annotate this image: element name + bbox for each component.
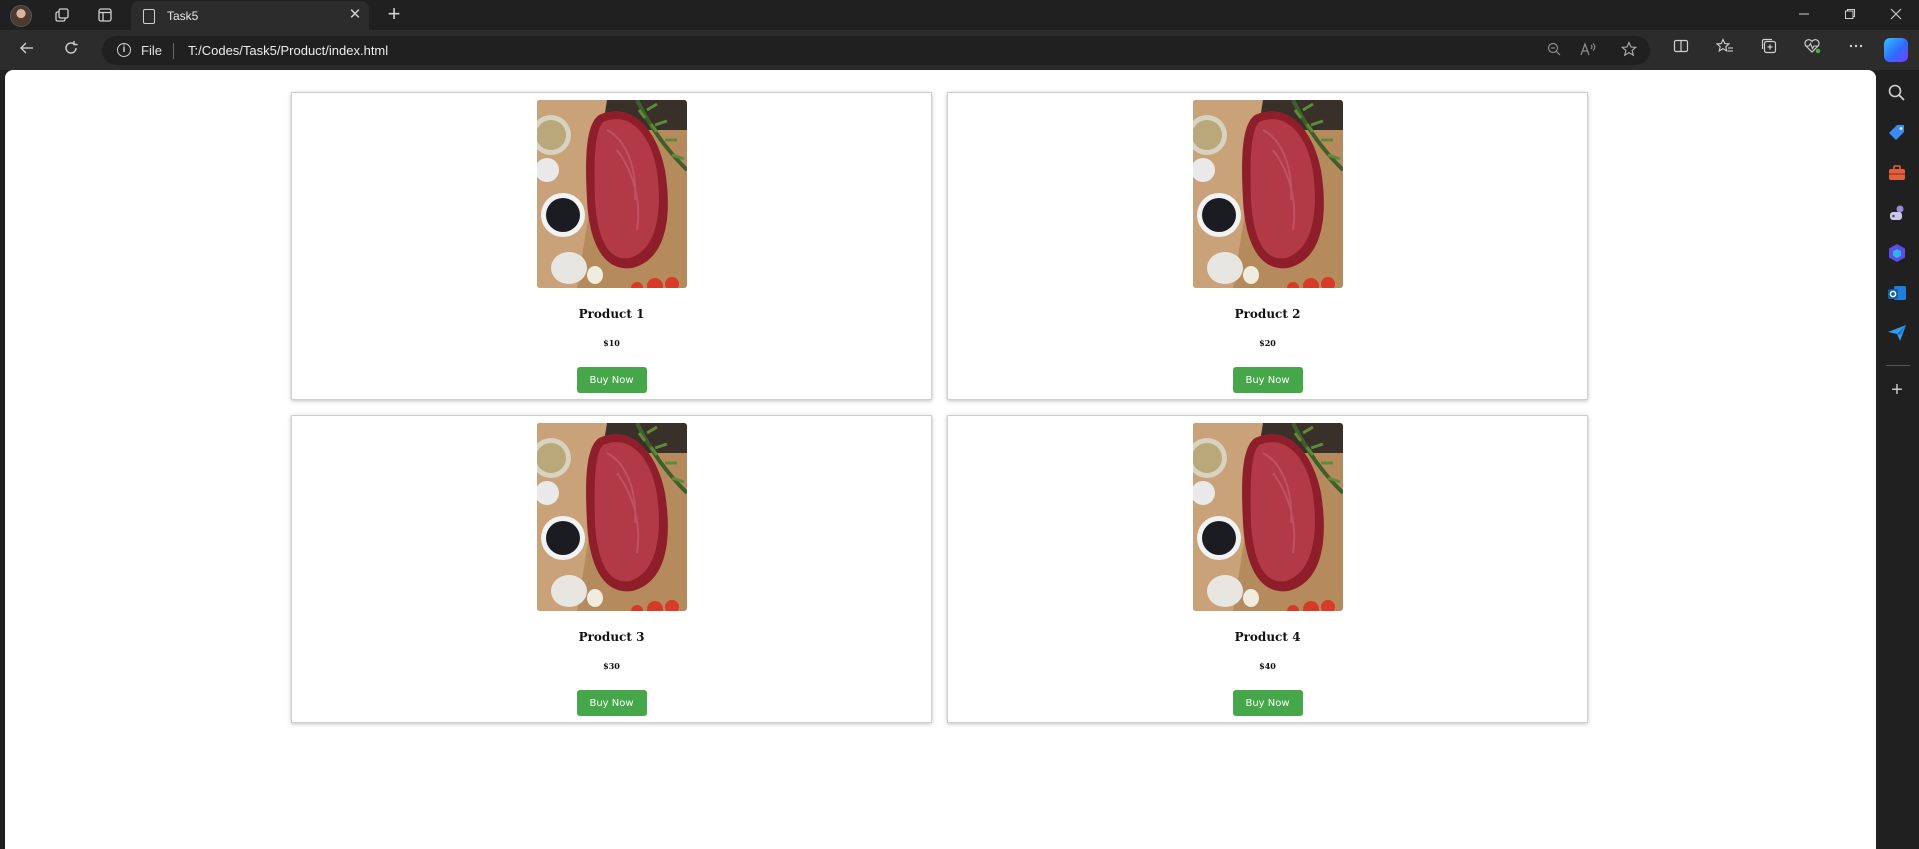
split-screen-icon[interactable] — [1667, 37, 1695, 63]
address-divider — [173, 43, 174, 59]
copilot-icon[interactable] — [1884, 38, 1908, 62]
games-icon[interactable] — [1886, 202, 1908, 224]
close-window-icon[interactable] — [1873, 0, 1919, 30]
search-icon[interactable] — [1886, 82, 1908, 104]
address-scheme-label[interactable]: File — [141, 43, 162, 58]
product-image — [1192, 423, 1343, 611]
page-icon — [143, 9, 155, 24]
buy-now-button[interactable]: Buy Now — [576, 367, 647, 393]
navigation-bar: i File T:/Codes/Task5/Product/index.html — [0, 30, 1919, 70]
product-image — [536, 423, 687, 611]
product-name: Product 4 — [1234, 630, 1301, 644]
collections-icon[interactable] — [1755, 37, 1783, 63]
outlook-icon[interactable] — [1886, 282, 1908, 304]
edge-sidebar: + — [1876, 70, 1919, 849]
buy-now-button[interactable]: Buy Now — [1232, 367, 1303, 393]
send-icon[interactable] — [1886, 322, 1908, 344]
refresh-icon[interactable] — [57, 37, 85, 63]
favorites-icon[interactable] — [1711, 37, 1739, 63]
buy-now-button[interactable]: Buy Now — [1232, 690, 1303, 716]
minimize-icon[interactable] — [1781, 0, 1827, 30]
close-tab-icon[interactable]: ✕ — [346, 6, 364, 24]
tab-title: Task5 — [167, 9, 199, 23]
product-grid: Product 1 $10 Buy Now Product 2 $20 Buy … — [291, 92, 1588, 723]
address-bar[interactable]: i File T:/Codes/Task5/Product/index.html — [102, 36, 1650, 65]
product-card-1: Product 1 $10 Buy Now — [291, 92, 932, 400]
product-card-3: Product 3 $30 Buy Now — [291, 415, 932, 723]
profile-avatar[interactable] — [10, 5, 32, 27]
product-price: $30 — [603, 661, 620, 671]
address-url[interactable]: T:/Codes/Task5/Product/index.html — [188, 43, 388, 58]
buy-now-button[interactable]: Buy Now — [576, 690, 647, 716]
copilot-app-icon[interactable] — [1886, 242, 1908, 264]
page-viewport: Product 1 $10 Buy Now Product 2 $20 Buy … — [5, 70, 1876, 849]
product-card-4: Product 4 $40 Buy Now — [947, 415, 1588, 723]
product-name: Product 2 — [1234, 307, 1301, 321]
site-info-icon[interactable]: i — [117, 43, 131, 57]
product-card-2: Product 2 $20 Buy Now — [947, 92, 1588, 400]
title-bar: Task5 ✕ + — [0, 0, 1919, 31]
product-price: $10 — [603, 338, 620, 348]
product-name: Product 3 — [578, 630, 645, 644]
browser-essentials-icon[interactable] — [1798, 37, 1826, 63]
back-icon[interactable] — [13, 37, 41, 63]
tab-actions-icon[interactable] — [94, 5, 116, 25]
favorite-star-icon[interactable] — [1619, 41, 1639, 61]
zoom-out-icon[interactable] — [1544, 41, 1564, 61]
product-name: Product 1 — [578, 307, 645, 321]
add-icon[interactable]: + — [1886, 379, 1908, 401]
product-price: $20 — [1259, 338, 1276, 348]
shopping-tag-icon[interactable] — [1886, 122, 1908, 144]
workspaces-icon[interactable] — [51, 5, 73, 25]
read-aloud-icon[interactable] — [1578, 41, 1598, 61]
product-image — [1192, 100, 1343, 288]
new-tab-icon[interactable]: + — [383, 3, 405, 26]
more-options-icon[interactable] — [1842, 37, 1870, 63]
tab-task5[interactable]: Task5 ✕ — [131, 1, 369, 31]
sidebar-divider — [1886, 365, 1910, 366]
product-price: $40 — [1259, 661, 1276, 671]
restore-icon[interactable] — [1827, 0, 1873, 30]
product-image — [536, 100, 687, 288]
tools-icon[interactable] — [1886, 162, 1908, 184]
